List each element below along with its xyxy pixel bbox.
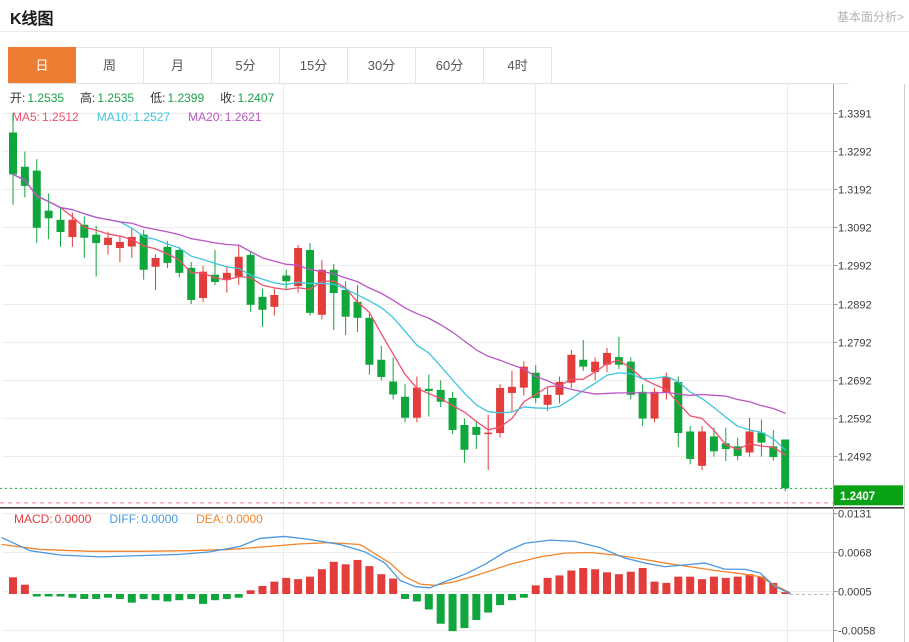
y-axis-layer: 1.3391 1.3292 1.3192 1.3092 1.2992 1.2892 1.27… — [834, 109, 876, 638]
svg-text:0.0131: 0.0131 — [838, 509, 872, 521]
svg-text:1.2992: 1.2992 — [838, 261, 872, 273]
frame-layer — [0, 84, 905, 642]
grid-layer — [2, 84, 833, 642]
ma-lines-layer — [13, 174, 785, 455]
svg-text:0.0068: 0.0068 — [838, 548, 872, 560]
svg-text:1.2792: 1.2792 — [838, 338, 872, 350]
current-price-box: 1.2407 — [834, 485, 903, 505]
svg-text:1.2692: 1.2692 — [838, 376, 872, 388]
kline-chart-canvas[interactable]: 1.3391 1.3292 1.3192 1.3092 1.2992 1.2892 1.27… — [0, 0, 909, 642]
svg-text:1.2407: 1.2407 — [840, 491, 875, 503]
svg-text:-0.0058: -0.0058 — [838, 626, 875, 638]
macd-layer — [2, 536, 833, 631]
svg-text:1.2592: 1.2592 — [838, 414, 872, 426]
candles-layer — [9, 113, 789, 491]
svg-text:1.2892: 1.2892 — [838, 300, 872, 312]
svg-text:1.3192: 1.3192 — [838, 185, 872, 197]
svg-text:1.3092: 1.3092 — [838, 223, 872, 235]
reference-lines-layer — [0, 488, 833, 502]
svg-text:1.3391: 1.3391 — [838, 109, 872, 121]
svg-text:1.2492: 1.2492 — [838, 452, 872, 464]
kline-widget: K线图 基本面分析> 日周月5分15分30分60分4时 1.33911.3292… — [0, 0, 909, 642]
svg-text:1.3292: 1.3292 — [838, 147, 872, 159]
svg-text:0.0005: 0.0005 — [838, 587, 872, 599]
